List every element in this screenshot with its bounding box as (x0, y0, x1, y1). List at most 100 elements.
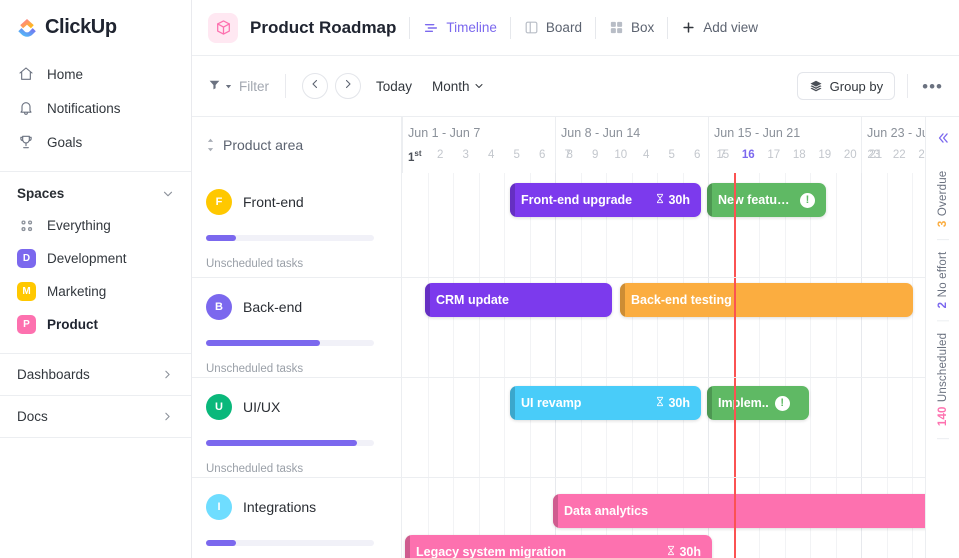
right-rail: 3 Overdue 2 No effort 140 Unscheduled (925, 117, 959, 558)
task-bar[interactable]: UI revamp 30h (510, 386, 701, 420)
tab-box[interactable]: Box (609, 20, 654, 35)
tab-label: Box (630, 20, 655, 35)
filter-label: Filter (239, 78, 269, 94)
row-header[interactable]: F Front-end (206, 189, 401, 215)
day-number[interactable]: 6 (685, 149, 711, 161)
sidebar-item-marketing[interactable]: M Marketing (0, 275, 191, 308)
unscheduled-tasks-label[interactable]: Unscheduled tasks (206, 363, 401, 375)
day-number[interactable]: 22 (887, 149, 913, 161)
filter-icon (208, 78, 221, 94)
spaces-title: Spaces (17, 186, 65, 201)
home-icon (17, 66, 34, 83)
timer-icon (655, 396, 665, 410)
space-avatar: M (17, 282, 36, 301)
chevron-left-icon (309, 77, 321, 95)
day-number-today[interactable]: 16 (736, 149, 762, 161)
day-number[interactable]: 5 (504, 149, 530, 161)
day-number[interactable]: 20 (838, 149, 864, 161)
tab-timeline[interactable]: Timeline (423, 20, 497, 36)
next-period-button[interactable] (335, 73, 361, 99)
ellipsis-icon[interactable]: ••• (920, 78, 945, 95)
timeline-bars-integrations: Data analytics Legacy system migration 3… (402, 478, 959, 558)
day-number[interactable]: 1st (402, 149, 428, 164)
nav-item-notifications[interactable]: Notifications (0, 91, 191, 125)
chevrons-left-icon[interactable] (936, 117, 950, 159)
space-label: Development (47, 251, 127, 266)
space-label: Marketing (47, 284, 107, 299)
unscheduled-tasks-label[interactable]: Unscheduled tasks (206, 463, 401, 475)
timeline-icon (423, 20, 439, 36)
day-number[interactable]: 15 (710, 149, 736, 161)
row-title: Integrations (243, 499, 317, 515)
day-number[interactable]: 5 (659, 149, 685, 161)
task-label: New feature.. (718, 193, 794, 207)
task-time-value: 30h (679, 545, 701, 558)
timeline-body: Product area F Front-end Unscheduled tas… (192, 117, 959, 558)
day-number[interactable]: 19 (812, 149, 838, 161)
task-bar[interactable]: Legacy system migration 30h (405, 535, 712, 558)
sidebar-item-development[interactable]: D Development (0, 242, 191, 275)
week-label: Jun 1 - Jun 7 (408, 126, 481, 140)
task-bar[interactable]: CRM update (425, 283, 612, 317)
day-number[interactable]: 8 (557, 149, 583, 161)
avatar: F (206, 189, 232, 215)
day-number[interactable]: 6 (530, 149, 556, 161)
rail-item-overdue[interactable]: 3 Overdue (936, 159, 949, 241)
sidebar-item-docs[interactable]: Docs (0, 396, 191, 437)
progress-bar (206, 540, 374, 546)
spaces-header[interactable]: Spaces (0, 172, 191, 209)
rail-item-no-effort[interactable]: 2 No effort (936, 240, 949, 322)
sort-updown-icon[interactable] (206, 138, 215, 152)
day-number[interactable]: 18 (787, 149, 813, 161)
day-number[interactable]: 10 (608, 149, 634, 161)
progress-bar (206, 340, 374, 346)
day-number[interactable]: 9 (583, 149, 609, 161)
prev-period-button[interactable] (302, 73, 328, 99)
today-button[interactable]: Today (376, 79, 412, 94)
nav-item-goals[interactable]: Goals (0, 125, 191, 159)
group-by-button[interactable]: Group by (796, 72, 896, 100)
task-bar[interactable]: Back-end testing (620, 283, 913, 317)
group-column-header[interactable]: Product area (192, 117, 401, 173)
trophy-icon (17, 134, 34, 151)
filter-button[interactable]: Filter (208, 78, 269, 94)
row-header[interactable]: I Integrations (206, 494, 401, 520)
task-bar[interactable]: Front-end upgrade 30h (510, 183, 701, 217)
progress-bar (206, 235, 374, 241)
nav-label: Notifications (47, 100, 121, 116)
sidebar-item-product[interactable]: P Product (0, 308, 191, 341)
alert-icon: ! (774, 395, 790, 411)
add-view-button[interactable]: Add view (681, 20, 758, 35)
caret-down-icon (224, 82, 233, 91)
task-time: 30h (655, 396, 690, 410)
tab-board[interactable]: Board (524, 20, 582, 35)
sidebar-item-dashboards[interactable]: Dashboards (0, 354, 191, 395)
task-bar[interactable]: Implem.. ! (707, 386, 809, 420)
rail-item-unscheduled[interactable]: 140 Unscheduled (936, 321, 949, 440)
avatar: U (206, 394, 232, 420)
day-number[interactable]: 4 (634, 149, 660, 161)
week-label: Jun 8 - Jun 14 (561, 126, 641, 140)
day-number[interactable]: 3 (453, 149, 479, 161)
task-time: 30h (655, 193, 690, 207)
progress-fill (206, 235, 237, 241)
day-number[interactable]: 23 (861, 149, 887, 161)
row-header[interactable]: B Back-end (206, 294, 401, 320)
header-divider (667, 16, 669, 39)
day-number[interactable]: 17 (761, 149, 787, 161)
day-number[interactable]: 4 (479, 149, 505, 161)
sidebar-item-everything[interactable]: Everything (0, 209, 191, 242)
task-bar[interactable]: New feature.. ! (707, 183, 826, 217)
timeline-grid[interactable]: Jun 1 - Jun 7 Jun 8 - Jun 14 Jun 15 - Ju… (402, 117, 959, 558)
chevron-down-icon[interactable] (161, 187, 175, 201)
unscheduled-tasks-label[interactable]: Unscheduled tasks (206, 258, 401, 270)
task-label: Implem.. (718, 396, 769, 410)
nav-item-home[interactable]: Home (0, 57, 191, 91)
zoom-level-label: Month (432, 78, 470, 94)
progress-fill (206, 440, 358, 446)
zoom-level-select[interactable]: Month (432, 79, 485, 94)
task-bar[interactable]: Data analytics (553, 494, 933, 528)
row-header[interactable]: U UI/UX (206, 394, 401, 420)
brand[interactable]: ClickUp (0, 0, 191, 53)
day-number[interactable]: 2 (428, 149, 454, 161)
